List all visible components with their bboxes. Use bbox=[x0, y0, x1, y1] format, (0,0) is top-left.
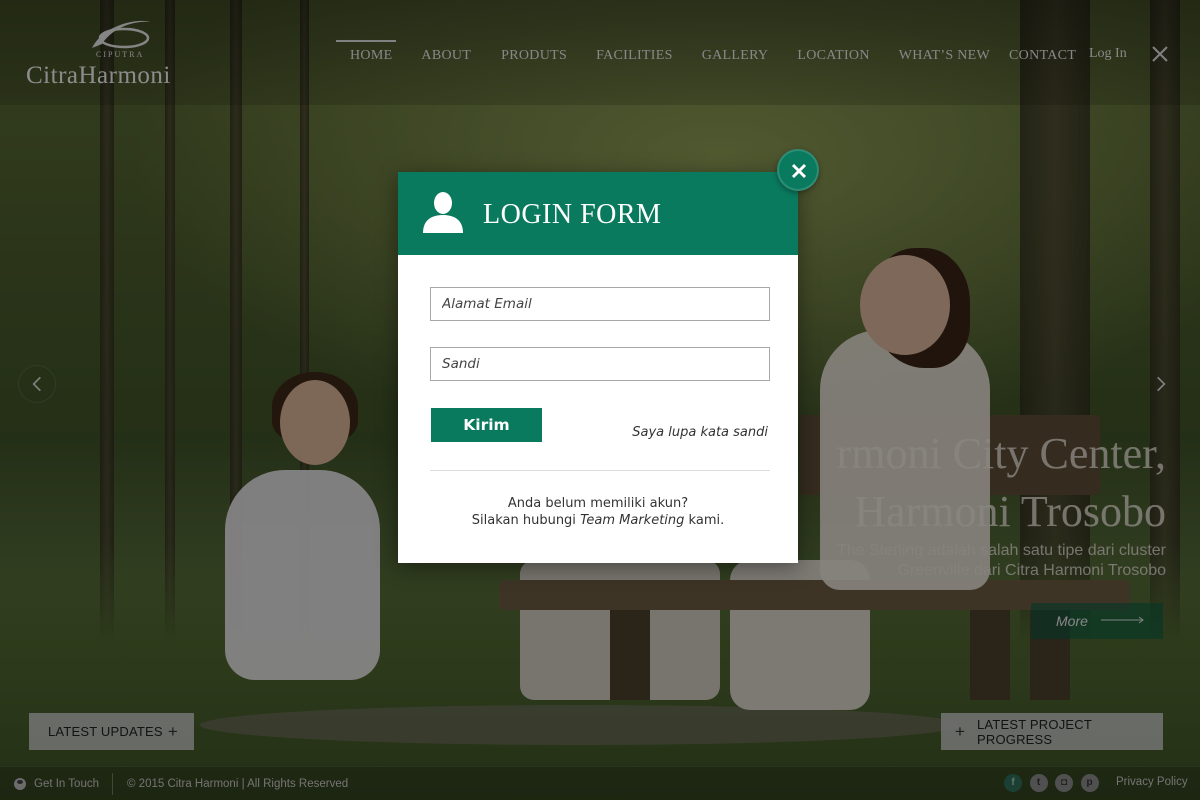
modal-divider bbox=[430, 470, 770, 471]
team-marketing-text: Team Marketing bbox=[580, 513, 685, 528]
login-modal-title: LOGIN FORM bbox=[483, 199, 662, 230]
no-account-line2: Silakan hubungi Team Marketing kami. bbox=[398, 512, 798, 529]
password-field[interactable] bbox=[430, 347, 770, 381]
submit-button[interactable]: Kirim bbox=[431, 408, 542, 442]
email-field[interactable] bbox=[430, 287, 770, 321]
close-icon bbox=[791, 163, 807, 179]
no-account-pre: Silakan hubungi bbox=[471, 513, 581, 528]
user-icon bbox=[423, 192, 463, 233]
no-account-text: Anda belum memiliki akun? Silakan hubung… bbox=[398, 495, 798, 529]
forgot-password-link[interactable]: Saya lupa kata sandi bbox=[632, 425, 768, 440]
no-account-post: kami. bbox=[684, 513, 725, 528]
modal-close-button[interactable] bbox=[777, 149, 819, 191]
login-modal: LOGIN FORM Kirim Saya lupa kata sandi An… bbox=[398, 172, 798, 563]
login-modal-header: LOGIN FORM bbox=[398, 172, 798, 255]
no-account-line1: Anda belum memiliki akun? bbox=[507, 496, 689, 511]
